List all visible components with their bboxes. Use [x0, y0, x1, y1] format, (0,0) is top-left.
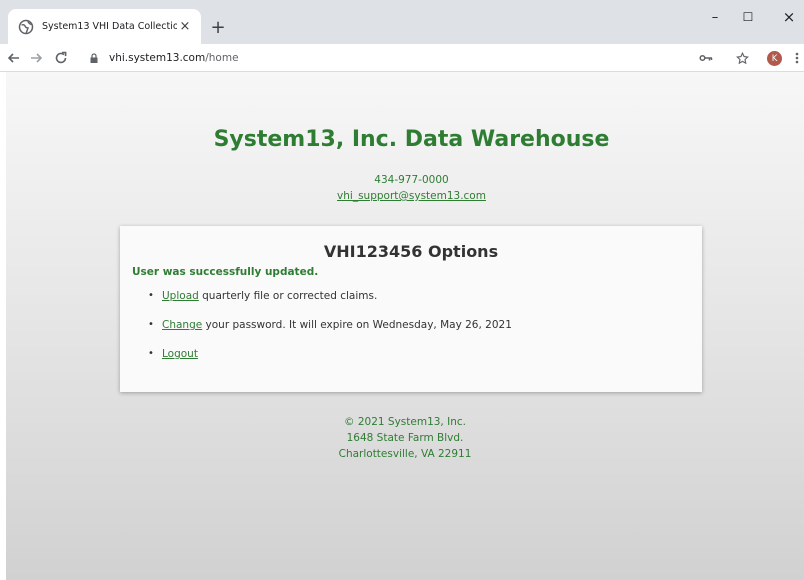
page-title: System13, Inc. Data Warehouse [213, 127, 610, 152]
browser-tab[interactable]: System13 VHI Data Collection × [8, 9, 201, 44]
address-bar[interactable]: vhi.system13.com/home [88, 47, 778, 69]
lock-icon [90, 53, 98, 63]
key-icon[interactable] [697, 49, 715, 67]
bullet-icon: • [148, 348, 154, 359]
profile-avatar[interactable]: K [767, 51, 782, 66]
forward-icon[interactable] [26, 48, 46, 68]
copyright-text: © 2021 System13, Inc. [344, 416, 466, 428]
browser-toolbar: vhi.system13.com/home K [0, 44, 804, 72]
new-tab-button[interactable]: + [207, 16, 229, 38]
option-text: your password. It will expire on Wednesd… [202, 319, 512, 331]
upload-link[interactable]: Upload [162, 290, 199, 302]
back-icon[interactable] [4, 48, 24, 68]
reload-icon[interactable] [51, 48, 71, 68]
phone-number: 434-977-0000 [374, 174, 449, 186]
close-window-button[interactable]: × [778, 8, 800, 26]
list-item: • Change your password. It will expire o… [148, 319, 512, 348]
globe-icon [18, 19, 34, 34]
bullet-icon: • [148, 319, 154, 330]
tab-close-icon[interactable]: × [177, 19, 193, 35]
options-list: • Upload quarterly file or corrected cla… [148, 290, 512, 377]
support-email-link[interactable]: vhi_support@system13.com [337, 190, 486, 202]
page-footer: © 2021 System13, Inc. 1648 State Farm Bl… [6, 414, 804, 462]
options-card: VHI123456 Options User was successfully … [120, 226, 702, 392]
success-notice: User was successfully updated. [132, 266, 319, 278]
maximize-button[interactable]: ☐ [737, 8, 759, 26]
url-text: vhi.system13.com/home [109, 52, 239, 64]
address-line-1: 1648 State Farm Blvd. [346, 432, 464, 444]
url-host: vhi.system13.com [109, 52, 206, 64]
url-path: /home [205, 52, 239, 64]
address-line-2: Charlottesville, VA 22911 [338, 448, 472, 460]
contact-info: 434-977-0000 vhi_support@system13.com [6, 172, 804, 204]
menu-icon[interactable] [792, 49, 802, 67]
page-viewport: System13, Inc. Data Warehouse 434-977-00… [6, 72, 804, 580]
star-icon[interactable] [733, 49, 751, 67]
list-item: • Upload quarterly file or corrected cla… [148, 290, 512, 319]
tab-strip: System13 VHI Data Collection × + – ☐ × [0, 0, 804, 44]
change-password-link[interactable]: Change [162, 319, 202, 331]
bullet-icon: • [148, 290, 154, 301]
minimize-button[interactable]: – [704, 8, 726, 26]
option-text: quarterly file or corrected claims. [198, 290, 378, 302]
tab-title: System13 VHI Data Collection [42, 21, 177, 32]
card-title: VHI123456 Options [323, 242, 499, 261]
list-item: • Logout [148, 348, 512, 377]
logout-link[interactable]: Logout [162, 348, 198, 360]
